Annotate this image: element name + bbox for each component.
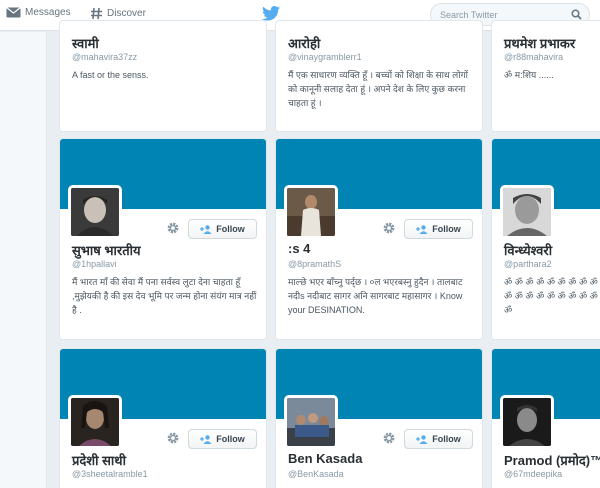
user-card[interactable]: Follow :s 4 @8pramathS माल्छे भएर बाँच्न… [275,138,483,340]
user-name[interactable]: सुभाष भारतीय [72,241,141,259]
user-name[interactable]: आरोही [288,34,320,52]
user-handle[interactable]: @mahavira37zz [72,52,137,62]
avatar[interactable] [284,185,338,239]
user-card[interactable]: आरोही @vinaygramblerr1 मैं एक साधारण व्य… [275,20,483,132]
user-bio: मैं एक साधारण व्यक्ति हूँ । बच्चों को शि… [288,70,468,108]
user-handle[interactable]: @8pramathS [288,259,341,269]
twitter-bird-icon [262,6,280,21]
avatar[interactable] [284,395,338,449]
follow-label: Follow [432,224,461,234]
user-name[interactable]: प्रदेशी साथी [72,451,126,469]
follow-button[interactable]: Follow [188,219,257,239]
avatar[interactable] [68,395,122,449]
follow-label: Follow [216,434,245,444]
nav-messages-label: Messages [25,7,71,18]
nav-discover[interactable]: Discover [90,7,146,20]
avatar[interactable] [68,185,122,239]
user-bio: ॐ म:शिय ...... [504,70,554,80]
avatar[interactable] [500,185,554,239]
user-name[interactable]: प्रथमेश प्रभाकर [504,34,575,52]
follow-label: Follow [216,224,245,234]
user-bio: माल्छे भएर बाँच्नु पर्द्छ । ०ल भएरबस्नु … [288,277,463,315]
nav-discover-label: Discover [107,8,146,19]
user-handle[interactable]: @1hpallavi [72,259,117,269]
user-name[interactable]: :s 4 [288,241,310,256]
search-icon[interactable] [571,9,582,20]
user-handle[interactable]: @vinaygramblerr1 [288,52,362,62]
avatar[interactable] [500,395,554,449]
gear-icon[interactable] [382,221,396,235]
user-handle[interactable]: @67mdeepika [504,469,562,479]
user-name[interactable]: विन्ध्येश्वरी [504,241,552,259]
user-handle[interactable]: @r88mahavira [504,52,563,62]
user-card[interactable]: Follow सुभाष भारतीय @1hpallavi मैं भारत … [59,138,267,340]
hashtag-icon [91,7,102,20]
add-user-icon [416,224,428,234]
user-name[interactable]: स्वामी [72,34,99,52]
user-card[interactable]: प्रथमेश प्रभाकर @r88mahavira ॐ म:शिय ...… [491,20,600,132]
add-user-icon [200,434,212,444]
nav-messages[interactable]: Messages [6,7,71,18]
user-name[interactable]: Ben Kasada [288,451,362,466]
user-bio: मैं भारत माँ की सेवा मैं पना सर्वस्व लुट… [72,277,257,315]
left-side-panel [0,32,47,488]
follow-button[interactable]: Follow [188,429,257,449]
gear-icon[interactable] [166,431,180,445]
user-handle[interactable]: @BenKasada [288,469,344,479]
user-name[interactable]: Pramod (प्रमोद)™ [504,451,600,469]
add-user-icon [416,434,428,444]
user-card[interactable]: Follow प्रदेशी साथी @3sheetalramble1 [59,348,267,488]
envelope-icon [6,7,21,18]
user-card[interactable]: Pramod (प्रमोद)™ @67mdeepika [491,348,600,488]
follow-button[interactable]: Follow [404,219,473,239]
user-handle[interactable]: @3sheetalramble1 [72,469,148,479]
add-user-icon [200,224,212,234]
gear-icon[interactable] [166,221,180,235]
user-bio: A fast or the senss. [72,70,149,80]
user-card[interactable]: विन्ध्येश्वरी @parthara2 ॐ ॐ ॐ ॐ ॐ ॐ ॐ ॐ… [491,138,600,340]
user-bio: ॐ ॐ ॐ ॐ ॐ ॐ ॐ ॐ ॐ ॐ ॐ ॐ ॐ ॐ ॐ ॐ ॐ ॐ ॐ [504,277,598,315]
user-handle[interactable]: @parthara2 [504,259,552,269]
user-card[interactable]: Follow Ben Kasada @BenKasada [275,348,483,488]
user-card[interactable]: स्वामी @mahavira37zz A fast or the senss… [59,20,267,132]
follow-label: Follow [432,434,461,444]
gear-icon[interactable] [382,431,396,445]
follow-button[interactable]: Follow [404,429,473,449]
